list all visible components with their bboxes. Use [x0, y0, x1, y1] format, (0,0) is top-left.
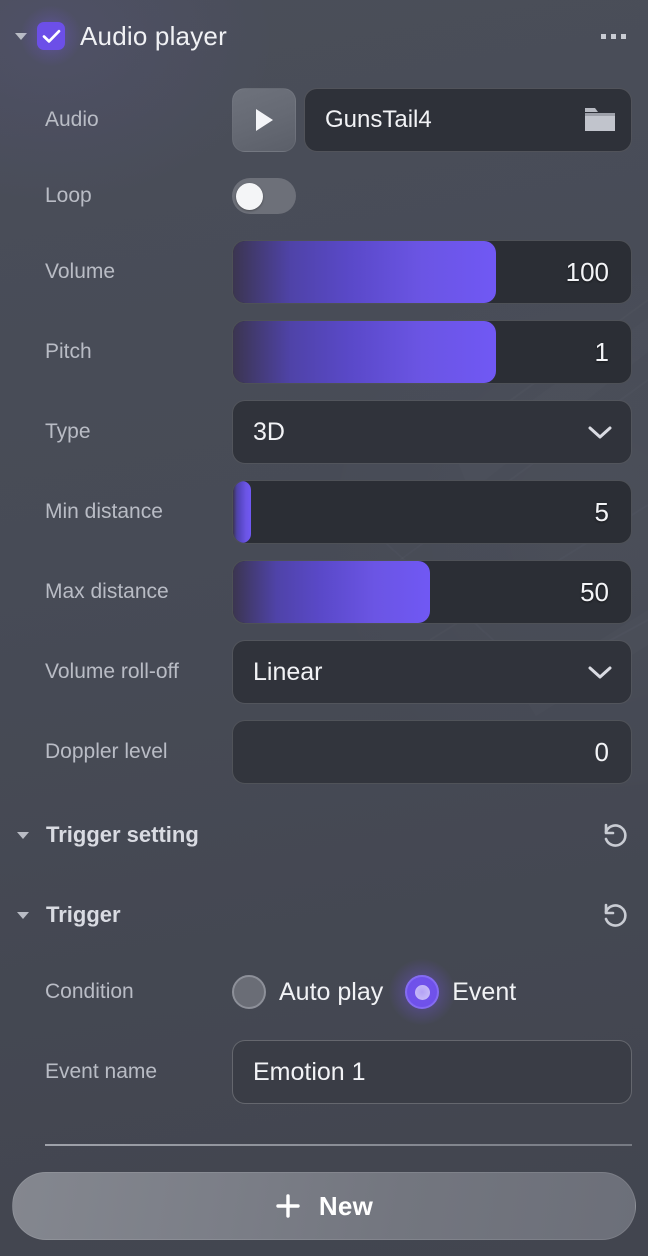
more-horizontal-icon[interactable] — [597, 26, 630, 47]
checkbox-box — [37, 22, 65, 50]
min-distance-slider-fill — [233, 481, 251, 543]
chevron-down-icon — [588, 426, 612, 439]
pitch-slider[interactable]: 1 — [232, 320, 632, 384]
footer-divider — [45, 1144, 632, 1146]
max-distance-value: 50 — [580, 576, 609, 607]
min-distance-slider[interactable]: 5 — [232, 480, 632, 544]
check-icon — [42, 29, 60, 43]
collapse-caret-icon[interactable] — [12, 904, 34, 926]
volume-rolloff-dropdown[interactable]: Linear — [232, 640, 632, 704]
volume-slider-fill — [233, 241, 496, 303]
page-title: Audio player — [80, 20, 227, 51]
radio-option-event[interactable]: Event — [389, 959, 517, 1025]
folder-icon[interactable] — [583, 105, 617, 135]
row-max-distance: Max distance 50 — [0, 552, 648, 632]
row-min-distance: Min distance 5 — [0, 472, 648, 552]
component-header[interactable]: Audio player — [0, 0, 648, 72]
pitch-slider-fill — [233, 321, 496, 383]
audio-player-inspector-panel: Audio player Audio GunsTail4 Loop Volume… — [0, 0, 648, 1256]
play-button[interactable] — [232, 88, 296, 152]
type-value: 3D — [253, 417, 285, 446]
label-event-name: Event name — [45, 1060, 158, 1083]
collapse-caret-icon[interactable] — [12, 824, 34, 846]
dot-1 — [601, 33, 606, 39]
radio-label-auto-play: Auto play — [279, 977, 384, 1006]
reset-icon[interactable] — [600, 900, 630, 930]
row-loop: Loop — [0, 156, 648, 236]
label-max-distance: Max distance — [45, 580, 169, 603]
label-type: Type — [45, 420, 91, 443]
row-volume: Volume 100 — [0, 232, 648, 312]
section-trigger-setting[interactable]: Trigger setting — [0, 796, 648, 874]
row-doppler-level: Doppler level 0 — [0, 712, 648, 792]
max-distance-slider[interactable]: 50 — [232, 560, 632, 624]
label-audio: Audio — [45, 108, 99, 131]
row-pitch: Pitch 1 — [0, 312, 648, 392]
audio-file-field[interactable]: GunsTail4 — [304, 88, 632, 152]
volume-value: 100 — [565, 256, 609, 287]
row-event-name: Event name Emotion 1 — [0, 1032, 648, 1112]
label-doppler-level: Doppler level — [45, 740, 168, 763]
row-type: Type 3D — [0, 392, 648, 472]
dot-2 — [611, 33, 616, 39]
audio-file-value: GunsTail4 — [325, 106, 432, 133]
reset-icon[interactable] — [600, 820, 630, 850]
max-distance-slider-fill — [233, 561, 430, 623]
event-name-value: Emotion 1 — [253, 1057, 366, 1086]
label-pitch: Pitch — [45, 340, 92, 363]
row-volume-rolloff: Volume roll-off Linear — [0, 632, 648, 712]
collapse-caret-icon[interactable] — [10, 25, 32, 47]
toggle-knob — [236, 182, 263, 210]
dot-3 — [621, 33, 626, 39]
new-button-label: New — [318, 1190, 374, 1221]
label-min-distance: Min distance — [45, 500, 163, 523]
volume-slider[interactable]: 100 — [232, 240, 632, 304]
radio-dot-auto-play — [232, 975, 266, 1009]
new-button[interactable]: New — [12, 1172, 636, 1240]
radio-option-auto-play[interactable]: Auto play — [232, 975, 383, 1009]
section-title: Trigger setting — [46, 822, 199, 847]
pitch-value: 1 — [594, 336, 609, 367]
label-volume-rolloff: Volume roll-off — [45, 660, 179, 683]
loop-toggle[interactable] — [232, 178, 296, 214]
row-audio: Audio GunsTail4 — [0, 80, 648, 160]
event-name-input[interactable]: Emotion 1 — [232, 1040, 632, 1104]
label-volume: Volume — [45, 260, 116, 283]
condition-radio-group: Auto play Event — [232, 959, 632, 1025]
row-condition: Condition Auto play Event — [0, 952, 648, 1032]
component-enable-checkbox[interactable] — [20, 5, 82, 67]
section-title: Trigger — [46, 902, 121, 927]
plus-icon — [276, 1194, 300, 1218]
type-dropdown[interactable]: 3D — [232, 400, 632, 464]
radio-dot-event — [389, 959, 456, 1025]
doppler-level-value: 0 — [594, 736, 609, 767]
section-trigger[interactable]: Trigger — [0, 876, 648, 954]
radio-glow — [389, 959, 456, 1025]
play-icon — [256, 109, 273, 131]
chevron-down-icon — [588, 666, 612, 679]
radio-label-event: Event — [452, 977, 517, 1006]
volume-rolloff-value: Linear — [253, 657, 323, 686]
doppler-level-field[interactable]: 0 — [232, 720, 632, 784]
min-distance-value: 5 — [594, 496, 609, 527]
label-loop: Loop — [45, 184, 92, 207]
label-condition: Condition — [45, 980, 134, 1003]
